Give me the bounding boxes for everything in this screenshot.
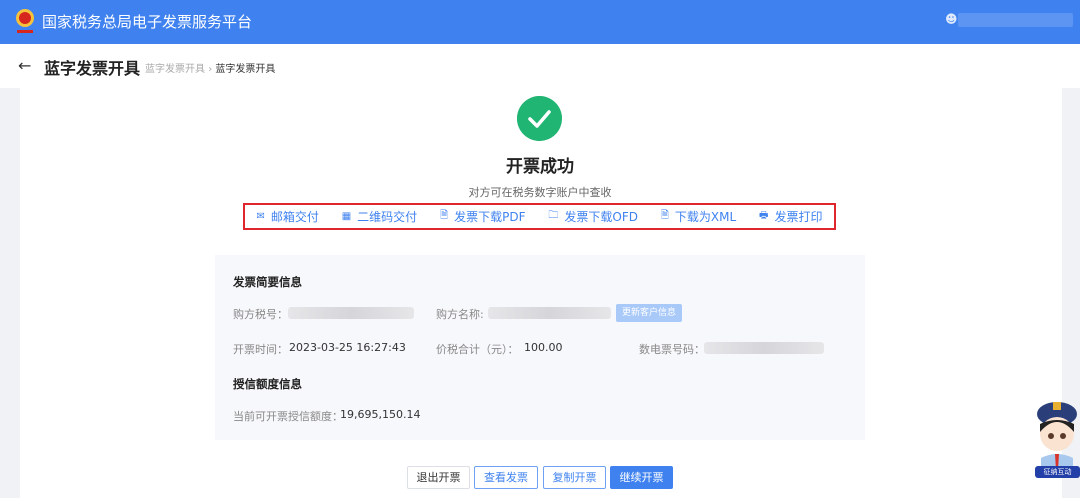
exit-invoicing-button[interactable]: 退出开票 (407, 466, 470, 489)
update-customer-button[interactable]: 更新客户信息 (616, 304, 682, 322)
email-delivery-button[interactable]: ✉ 邮箱交付 (256, 208, 318, 225)
issue-time-label: 开票时间： (233, 343, 288, 356)
summary-heading: 发票简要信息 (233, 275, 302, 289)
tax-emblem-logo (16, 9, 34, 33)
credit-value: 19,695,150.14 (340, 408, 421, 421)
action-label: 发票下载PDF (454, 210, 526, 224)
printer-icon: 🖶 (759, 210, 769, 221)
folder-icon: 🗀 (548, 210, 559, 221)
breadcrumb-item[interactable]: 蓝字发票开具 (145, 64, 205, 75)
delivery-actions: ✉ 邮箱交付 ▦ 二维码交付 🗎 发票下载PDF 🗀 发票下载OFD 🗎 下载为XML 🖶… (243, 203, 836, 230)
credit-label: 当前可开票授信额度： (233, 410, 343, 423)
continue-invoicing-button[interactable]: 继续开票 (610, 466, 673, 489)
download-ofd-button[interactable]: 🗀 发票下载OFD (548, 208, 638, 225)
action-label: 发票打印 (774, 210, 823, 224)
action-label: 下载为XML (674, 210, 737, 224)
action-label: 邮箱交付 (270, 210, 319, 224)
breadcrumb-current: 蓝字发票开具 (215, 64, 276, 75)
action-label: 二维码交付 (357, 210, 418, 224)
credit-heading: 授信额度信息 (233, 377, 302, 391)
invoice-number-label: 数电票号码： (639, 343, 705, 356)
result-title: 开票成功 (506, 157, 574, 177)
back-arrow-icon[interactable]: ← (18, 56, 31, 75)
app-title: 国家税务总局电子发票服务平台 (42, 13, 253, 31)
buyer-name-redacted (488, 307, 611, 319)
total-value: 100.00 (524, 341, 563, 354)
user-icon[interactable]: ☻ (945, 12, 958, 26)
breadcrumb: 蓝字发票开具 › 蓝字发票开具 (145, 60, 275, 75)
buyer-tax-label: 购方税号： (233, 308, 288, 321)
mail-icon: ✉ (256, 211, 265, 222)
print-invoice-button[interactable]: 🖶 发票打印 (759, 208, 822, 225)
copy-invoice-button[interactable]: 复制开票 (543, 466, 606, 489)
qrcode-icon: ▦ (341, 211, 352, 222)
download-xml-button[interactable]: 🗎 下载为XML (661, 208, 736, 225)
qrcode-delivery-button[interactable]: ▦ 二维码交付 (342, 208, 417, 225)
result-description: 对方可在税务数字账户中查收 (468, 186, 612, 199)
buyer-name-label: 购方名称: (436, 308, 484, 321)
document-icon: 🗎 (660, 210, 669, 221)
user-name-redacted[interactable] (958, 13, 1073, 27)
invoice-summary-panel: 发票简要信息 购方税号： 购方名称: 更新客户信息 开票时间： 2023-03-… (215, 255, 865, 440)
download-pdf-button[interactable]: 🗎 发票下载PDF (440, 208, 525, 225)
action-label: 发票下载OFD (564, 210, 638, 224)
issue-time-value: 2023-03-25 16:27:43 (289, 341, 406, 354)
total-label: 价税合计（元）： (436, 343, 519, 356)
success-check-icon (517, 96, 562, 141)
mascot-label[interactable]: 征纳互动 (1035, 466, 1080, 478)
view-invoice-button[interactable]: 查看发票 (474, 466, 538, 489)
page-title: 蓝字发票开具 (44, 59, 141, 78)
buyer-tax-redacted (288, 307, 414, 319)
breadcrumb-separator: › (208, 64, 213, 75)
invoice-number-redacted (704, 342, 824, 354)
top-header: 国家税务总局电子发票服务平台 ☻ (0, 0, 1080, 44)
page-header: ← 蓝字发票开具 蓝字发票开具 › 蓝字发票开具 (0, 44, 1080, 88)
document-icon: 🗎 (440, 210, 449, 221)
